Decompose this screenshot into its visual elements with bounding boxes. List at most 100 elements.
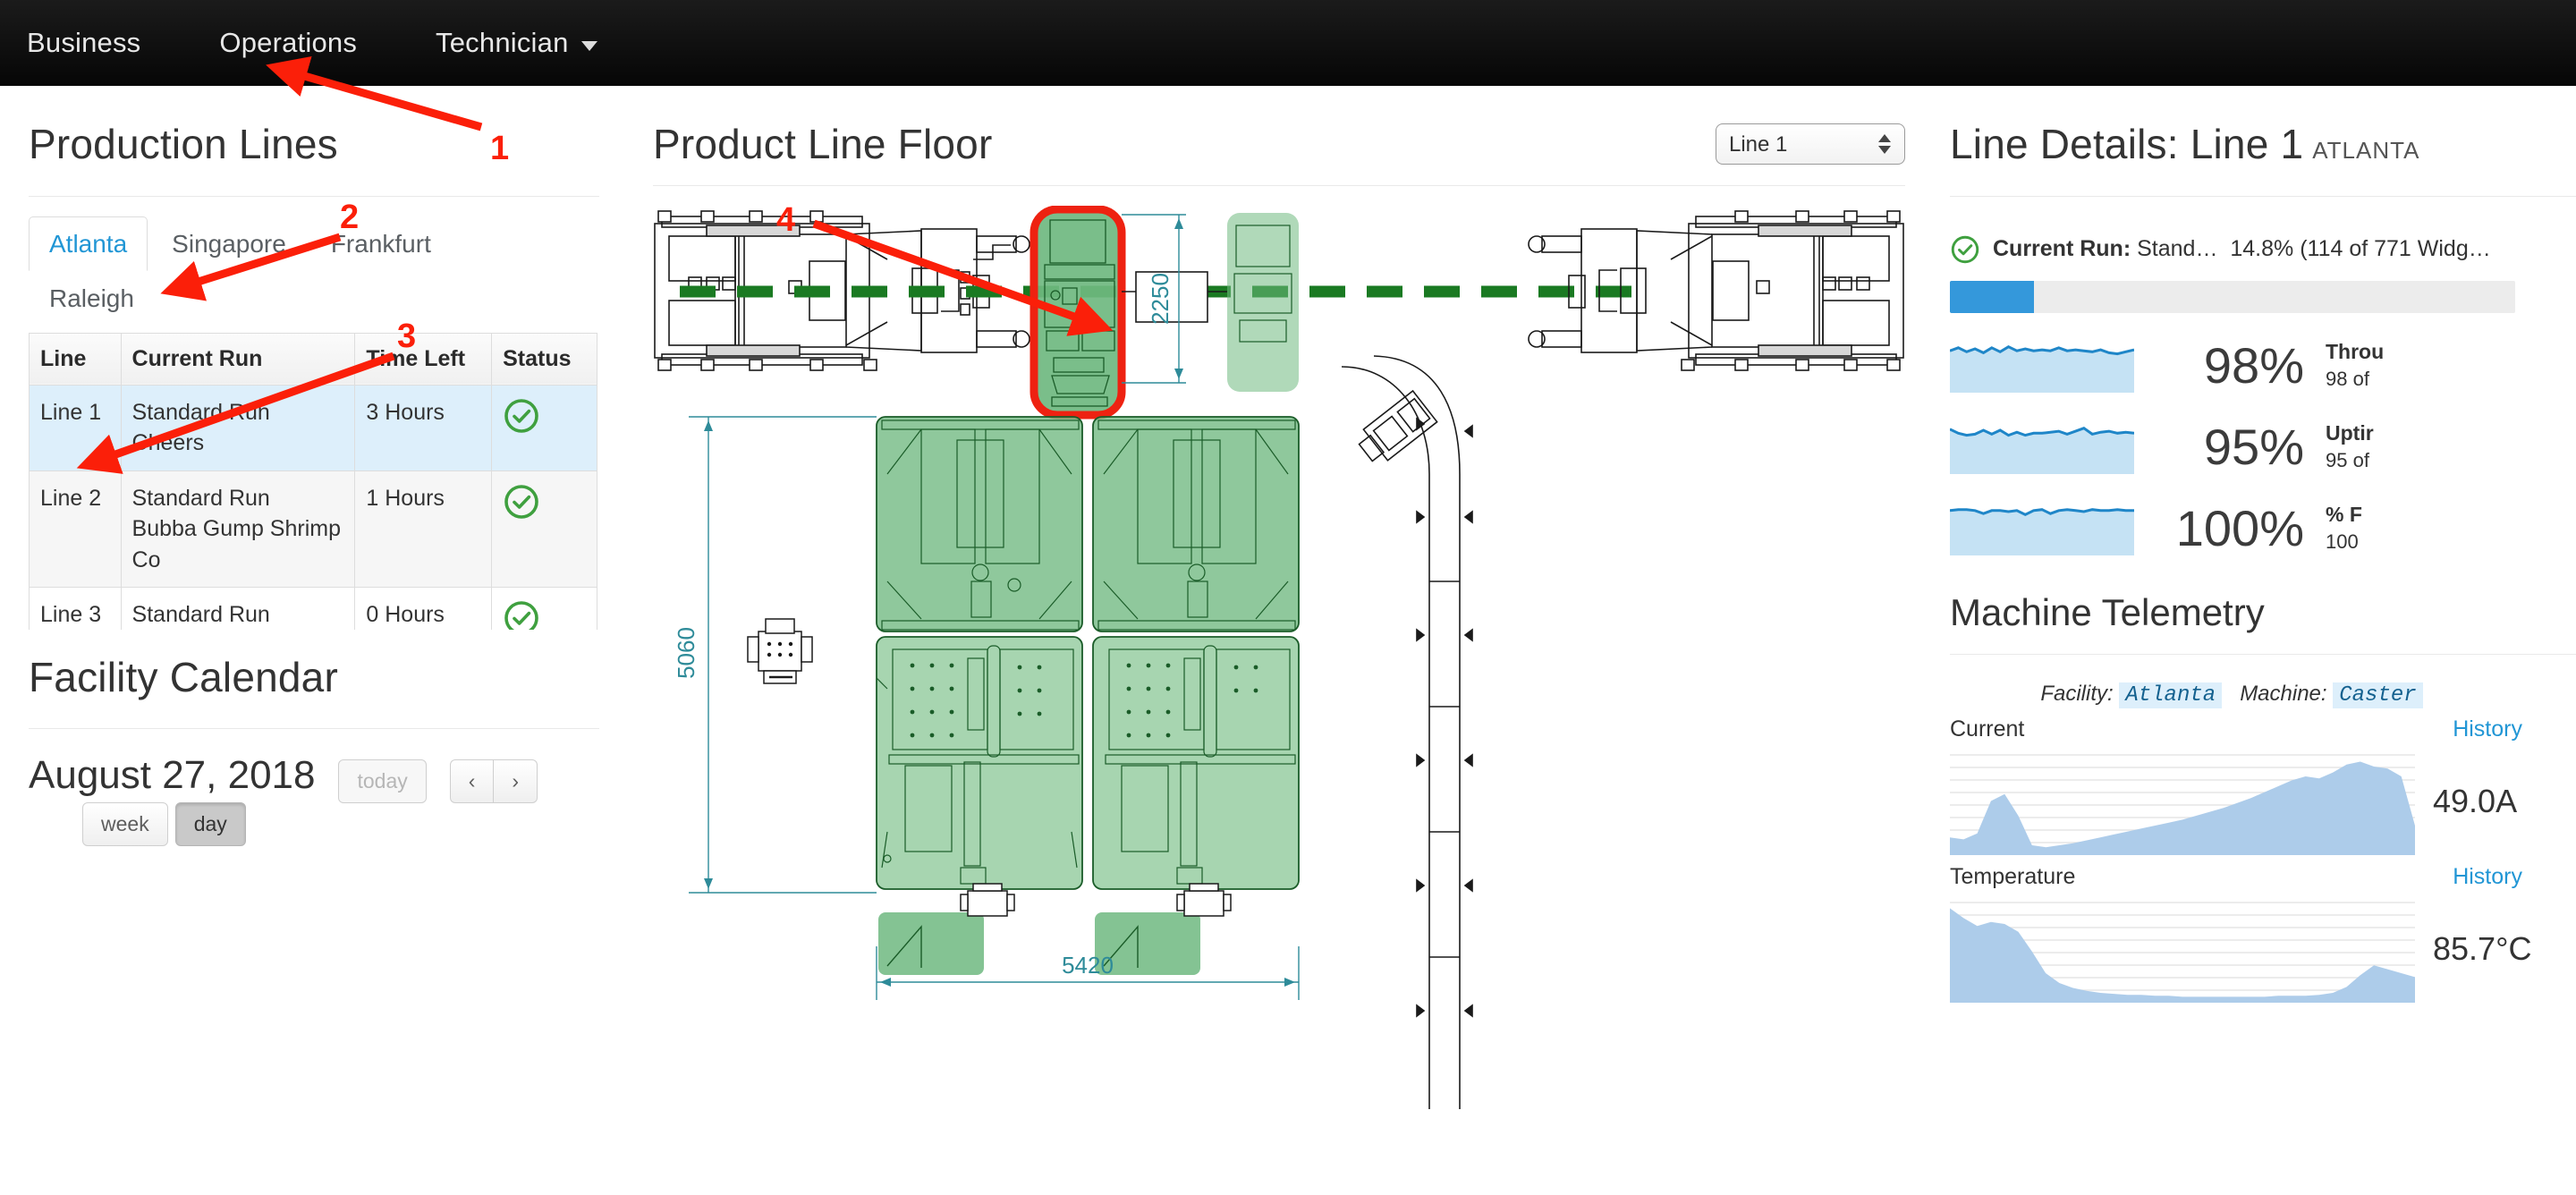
nav-item-technician[interactable]: Technician <box>436 27 597 59</box>
calendar-view-buttons: week day <box>82 802 315 847</box>
cell-status <box>491 470 597 589</box>
chevron-down-icon <box>580 40 597 51</box>
nav-item-business-label: Business <box>27 27 141 58</box>
uptime-value: 95% <box>2203 418 2304 475</box>
line-select[interactable]: Line 1 <box>1716 123 1905 165</box>
left-column: Production Lines Atlanta Singapore Frank… <box>0 86 626 847</box>
highlighted-caster-station <box>1030 205 1126 420</box>
temperature-channel-label: Temperature <box>1950 863 2076 889</box>
nav-item-operations[interactable]: Operations <box>219 27 357 59</box>
facility-label: Facility: <box>2040 681 2114 706</box>
page-body: Production Lines Atlanta Singapore Frank… <box>0 86 2576 1195</box>
cell-status <box>491 587 597 630</box>
current-run-text: Current Run: Stand… 14.8% (114 of 771 Wi… <box>1993 236 2491 262</box>
th-time-left: Time Left <box>354 332 493 386</box>
cell-current-run: Standard Run Bubba Gump Shrimp Co <box>120 470 356 589</box>
tab-atlanta[interactable]: Atlanta <box>29 216 148 271</box>
cell-time-left: 0 Hours <box>354 587 493 630</box>
telemetry-divider <box>1950 653 2576 655</box>
right-column: Line Details: Line 1 ATLANTA Current Run:… <box>1923 86 2576 1003</box>
calendar-divider <box>29 728 599 730</box>
cell-time-left: 1 Hours <box>354 470 493 589</box>
current-channel-label: Current <box>1950 716 2025 742</box>
temperature-history-link[interactable]: History <box>2453 864 2522 890</box>
uptime-detail: 95 of <box>2326 448 2369 471</box>
calendar-prev-button[interactable]: ‹ <box>449 759 494 804</box>
throughput-sparkline <box>1950 345 2134 394</box>
line-details-title-main: Line Details: Line 1 <box>1950 121 2304 167</box>
line-select-wrap: Line 1 <box>1716 86 1905 165</box>
telemetry-context: Facility: Atlanta Machine: Caster <box>1950 682 2576 708</box>
throughput-meta: Throu 98 of <box>2326 338 2384 393</box>
uptime-sparkline <box>1950 427 2134 475</box>
machine-telemetry-title: Machine Telemetry <box>1950 590 2265 633</box>
cell-current-run: Standard Run Stark Industries <box>120 587 356 630</box>
table-row[interactable]: Line 2 Standard Run Bubba Gump Shrimp Co… <box>29 470 597 589</box>
th-status: Status <box>491 332 597 386</box>
tab-frankfurt-label: Frankfurt <box>330 229 431 258</box>
telemetry-chart-temperature: 85.7°C <box>1950 895 2576 1003</box>
pass-rate-title: % F <box>2326 502 2362 526</box>
cell-status <box>491 384 597 471</box>
floorplan-svg: 2250 5060 5420 <box>654 205 1904 1109</box>
table-row[interactable]: Line 1 Standard Run Cheers 3 Hours <box>29 384 597 471</box>
cell-time-left: 3 Hours <box>354 384 493 471</box>
current-run-progress-bar <box>1950 280 2515 313</box>
check-circle-icon <box>504 601 538 630</box>
table-row[interactable]: Line 3 Standard Run Stark Industries 0 H… <box>29 587 597 630</box>
table-body: Line 1 Standard Run Cheers 3 Hours Line … <box>29 384 597 630</box>
kpi-throughput: 98% Throu 98 of <box>1950 336 2576 394</box>
check-circle-icon <box>504 398 538 433</box>
kpi-pass-rate: 100% % F 100 <box>1950 499 2576 557</box>
progress-fill <box>1950 280 2034 313</box>
app-root: Business Operations Technician Productio… <box>0 0 2576 1195</box>
dimension-5060-label: 5060 <box>673 627 699 679</box>
floor-header: Product Line Floor Line 1 <box>653 86 1905 167</box>
telemetry-channel-header-current: Current History <box>1950 716 2522 742</box>
cell-line: Line 3 <box>29 587 122 630</box>
machine-cell-bottom-left <box>878 911 984 975</box>
current-run-name: Stand… <box>2137 236 2218 262</box>
tab-atlanta-label: Atlanta <box>49 229 128 258</box>
temperature-value: 85.7°C <box>2433 929 2532 967</box>
temperature-area-chart <box>1950 901 2415 1003</box>
nav-item-technician-label: Technician <box>436 27 569 58</box>
facility-calendar-title: Facility Calendar <box>29 653 338 700</box>
tab-singapore-label: Singapore <box>172 229 286 258</box>
throughput-title: Throu <box>2326 339 2385 363</box>
facility-value: Atlanta <box>2119 682 2223 708</box>
th-line: Line <box>29 332 122 386</box>
kpi-uptime: 95% Uptir 95 of <box>1950 418 2576 476</box>
calendar-next-button[interactable]: › <box>493 759 538 804</box>
telemetry-chart-current: 49.0A <box>1950 748 2576 855</box>
calendar-day-button[interactable]: day <box>174 802 246 847</box>
floorplan-diagram[interactable]: 2250 5060 5420 <box>653 205 1905 1154</box>
table-header-row: Line Current Run Time Left Status <box>29 332 597 386</box>
machine-value: Caster <box>2333 682 2423 708</box>
tab-frankfurt[interactable]: Frankfurt <box>310 216 452 271</box>
check-circle-icon <box>1951 235 1979 263</box>
current-history-link[interactable]: History <box>2453 716 2522 742</box>
current-value: 49.0A <box>2433 782 2518 819</box>
lines-table-scroll[interactable]: Line Current Run Time Left Status Line 1… <box>29 326 599 630</box>
calendar-today-button[interactable]: today <box>338 759 427 804</box>
agv-robot <box>747 617 813 684</box>
floor-divider <box>653 184 1905 186</box>
production-lines-table: Line Current Run Time Left Status Line 1… <box>29 332 597 630</box>
current-run-progress-text: 14.8% (114 of 771 Widg… <box>2230 236 2491 262</box>
tab-singapore[interactable]: Singapore <box>151 216 307 271</box>
cell-line: Line 2 <box>29 470 122 589</box>
current-area-chart <box>1950 753 2415 855</box>
cell-line: Line 1 <box>29 384 122 471</box>
top-navbar: Business Operations Technician <box>0 0 2576 86</box>
machine-upper-right <box>1528 209 1904 371</box>
cell-run-type: Standard Run <box>131 485 270 511</box>
machine-cells-lower <box>876 415 1300 890</box>
calendar-week-button[interactable]: week <box>82 802 168 847</box>
current-run-row: Current Run: Stand… 14.8% (114 of 771 Wi… <box>1950 234 2576 265</box>
tab-raleigh[interactable]: Raleigh <box>29 271 155 326</box>
cell-current-run: Standard Run Cheers <box>120 384 356 471</box>
nav-item-business[interactable]: Business <box>27 27 140 59</box>
pass-rate-detail: 100 <box>2326 530 2359 553</box>
product-line-floor-title: Product Line Floor <box>653 121 993 167</box>
